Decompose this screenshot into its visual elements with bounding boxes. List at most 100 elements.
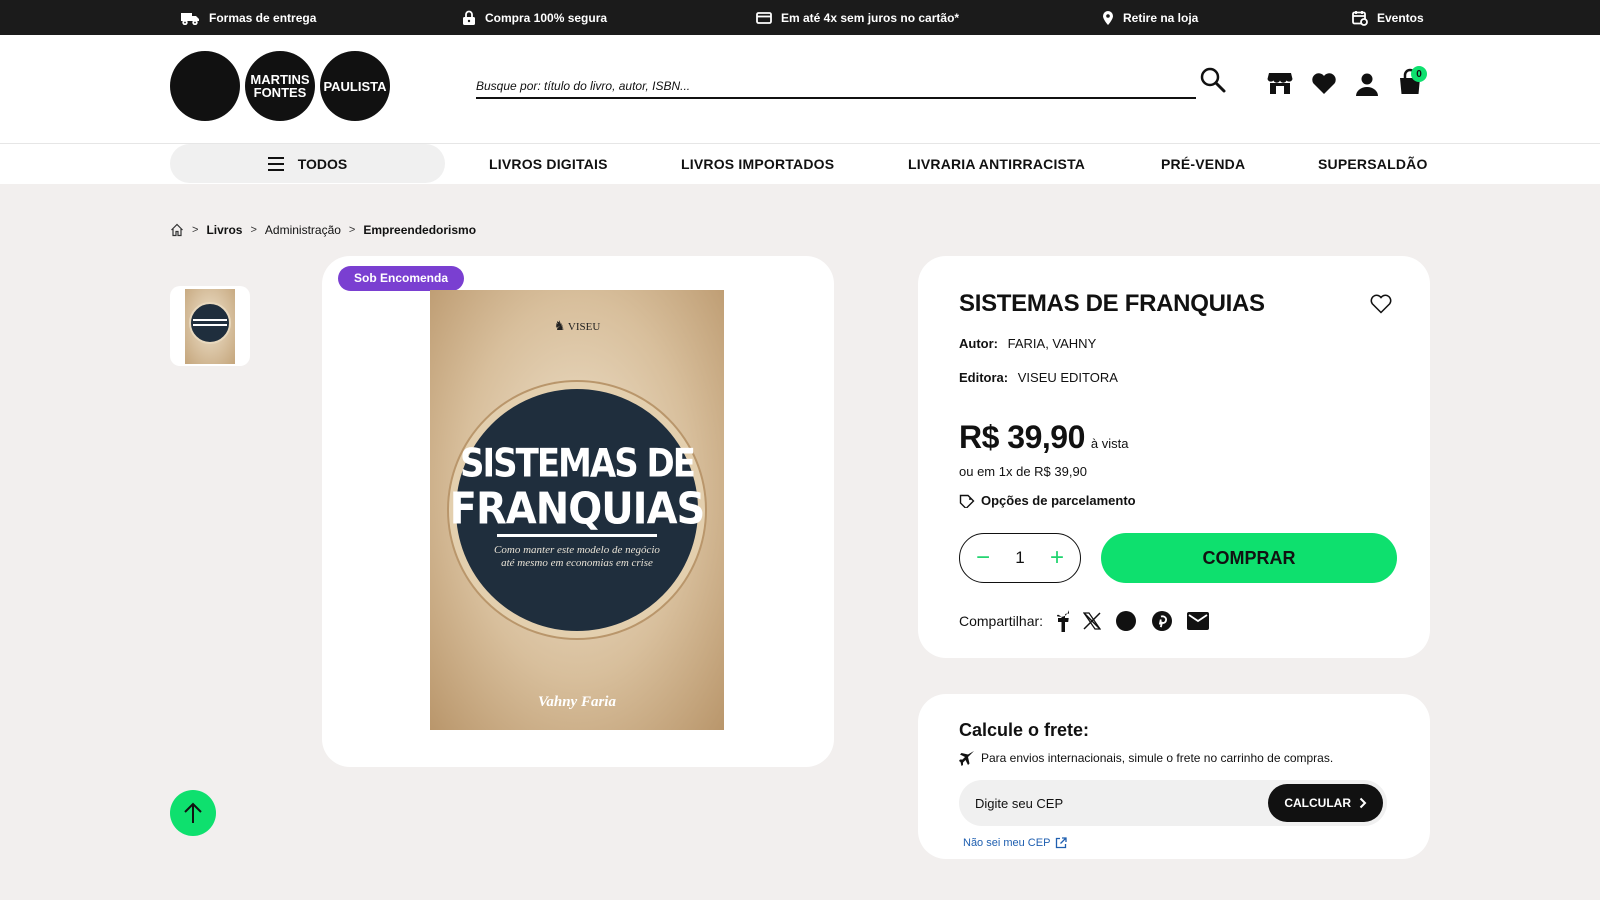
topbar-label: Retire na loja — [1123, 10, 1199, 25]
external-link-icon — [1056, 837, 1068, 849]
user-icon — [1356, 73, 1378, 96]
logo[interactable]: MARTINS FONTES PAULISTA — [0, 35, 400, 144]
topbar-label: Em até 4x sem juros no cartão* — [781, 10, 960, 25]
main-nav: TODOS LIVROS DIGITAIS LIVROS IMPORTADOS … — [0, 144, 1600, 184]
secure-purchase-link[interactable]: Compra 100% segura — [462, 0, 607, 35]
cart-button[interactable]: 0 — [1397, 66, 1427, 101]
events-link[interactable]: Eventos — [1352, 0, 1424, 35]
author-row: Autor: FARIA, VAHNY — [959, 336, 1096, 351]
search-input[interactable] — [476, 75, 1196, 99]
quantity-value[interactable]: 1 — [1015, 548, 1024, 568]
logo-circle-paulista: PAULISTA — [320, 51, 390, 121]
decrease-quantity-button[interactable]: − — [972, 546, 994, 570]
cover-subtitle-line2: até mesmo em economias em crise — [501, 557, 653, 569]
find-cep-link[interactable]: Não sei meu CEP — [963, 837, 1068, 849]
breadcrumb-separator: > — [348, 224, 356, 236]
back-to-top-button[interactable] — [170, 790, 216, 836]
cover-title-line1: SISTEMAS DE — [460, 441, 696, 487]
top-info-bar: Formas de entrega Compra 100% segura Em … — [0, 0, 1600, 35]
cep-field-wrapper: CALCULAR — [959, 780, 1387, 826]
breadcrumb-link-livros[interactable]: Livros — [206, 223, 242, 237]
whatsapp-icon[interactable] — [1115, 610, 1137, 632]
logo-circle-blank — [170, 51, 240, 121]
international-shipping-text: Para envios internacionais, simule o fre… — [981, 751, 1334, 765]
price-row: R$ 39,90 à vista — [959, 419, 1128, 456]
tag-icon — [959, 494, 975, 508]
horse-rider-icon: ♞ — [553, 318, 566, 333]
home-icon[interactable] — [170, 223, 184, 237]
product-thumbnail[interactable] — [170, 286, 250, 366]
increase-quantity-button[interactable]: + — [1046, 546, 1068, 570]
breadcrumb-link-administracao[interactable]: Administração — [265, 223, 341, 237]
thumbnail-cover-image — [185, 288, 235, 364]
publisher-link[interactable]: VISEU EDITORA — [1018, 370, 1118, 385]
product-image-card: Sob Encomenda ♞ VISEU SISTEMAS DE FRANQU… — [322, 256, 834, 767]
stores-button[interactable] — [1267, 71, 1293, 100]
topbar-label: Formas de entrega — [209, 10, 317, 25]
cover-author: Vahny Faria — [538, 694, 616, 710]
breadcrumb-separator: > — [192, 224, 199, 236]
quantity-stepper: − 1 + — [959, 533, 1081, 583]
buy-button[interactable]: COMPRAR — [1101, 533, 1397, 583]
wishlist-button[interactable] — [1311, 73, 1337, 100]
installment-options-link[interactable]: Opções de parcelamento — [959, 493, 1136, 508]
calculate-label: CALCULAR — [1284, 796, 1351, 810]
arrow-up-icon — [184, 802, 202, 823]
share-label: Compartilhar: — [959, 613, 1044, 629]
installments-text: ou em 1x de R$ 39,90 — [959, 464, 1087, 479]
facebook-icon[interactable] — [1057, 610, 1070, 632]
product-title: SISTEMAS DE FRANQUIAS — [959, 290, 1265, 317]
heart-icon — [1312, 73, 1336, 94]
pinterest-icon[interactable] — [1151, 610, 1173, 632]
cart-count-badge: 0 — [1411, 66, 1427, 82]
x-twitter-icon[interactable] — [1083, 612, 1102, 630]
installments-link[interactable]: Em até 4x sem juros no cartão* — [756, 0, 959, 35]
delivery-options-link[interactable]: Formas de entrega — [180, 0, 316, 35]
nav-link-supersaldao[interactable]: SUPERSALDÃO — [1318, 144, 1428, 184]
international-shipping-note: Para envios internacionais, simule o fre… — [959, 750, 1333, 766]
topbar-label: Eventos — [1377, 10, 1424, 25]
chevron-right-icon — [1359, 797, 1367, 809]
topbar-label: Compra 100% segura — [485, 10, 608, 25]
find-cep-label: Não sei meu CEP — [963, 837, 1051, 849]
store-icon — [1267, 73, 1293, 94]
breadcrumb-separator: > — [250, 224, 257, 236]
search-button[interactable] — [1199, 66, 1227, 99]
cover-title-line2: FRANQUIAS — [449, 483, 706, 535]
share-row: Compartilhar: — [959, 608, 1210, 634]
calendar-icon — [1352, 10, 1368, 26]
nav-link-antiracist-bookstore[interactable]: LIVRARIA ANTIRRACISTA — [908, 144, 1085, 184]
truck-icon — [181, 12, 199, 25]
heart-outline-icon — [1370, 294, 1392, 314]
add-to-wishlist-button[interactable] — [1370, 294, 1392, 319]
map-pin-icon — [1103, 10, 1113, 25]
site-header: MARTINS FONTES PAULISTA 0 — [0, 35, 1600, 144]
author-link[interactable]: FARIA, VAHNY — [1008, 336, 1097, 351]
price-suffix: à vista — [1090, 436, 1129, 451]
nav-link-imported-books[interactable]: LIVROS IMPORTADOS — [681, 144, 834, 184]
cover-divider — [497, 534, 657, 537]
menu-icon — [267, 156, 284, 171]
cover-subtitle-line1: Como manter este modelo de negócio — [494, 544, 660, 556]
store-pickup-link[interactable]: Retire na loja — [1102, 0, 1198, 35]
publisher-row: Editora: VISEU EDITORA — [959, 370, 1118, 385]
nav-link-pre-sale[interactable]: PRÉ-VENDA — [1161, 144, 1245, 184]
nav-link-digital-books[interactable]: LIVROS DIGITAIS — [489, 144, 608, 184]
product-info-card: SISTEMAS DE FRANQUIAS Autor: FARIA, VAHN… — [918, 256, 1430, 658]
author-label: Autor: — [959, 336, 998, 351]
all-categories-button[interactable]: TODOS — [170, 144, 445, 183]
installment-options-label: Opções de parcelamento — [981, 493, 1136, 508]
publisher-label: Editora: — [959, 370, 1009, 385]
calculate-shipping-button[interactable]: CALCULAR — [1268, 784, 1383, 822]
book-cover-image[interactable]: ♞ VISEU SISTEMAS DE FRANQUIAS Como mante… — [430, 290, 724, 730]
cover-publisher: ♞ VISEU — [553, 318, 601, 333]
airplane-icon — [959, 751, 974, 766]
account-button[interactable] — [1355, 72, 1379, 101]
email-icon[interactable] — [1187, 612, 1210, 630]
all-categories-label: TODOS — [297, 155, 348, 172]
shipping-calculator-card: Calcule o frete: Para envios internacion… — [918, 694, 1430, 859]
logo-circle-martins-fontes: MARTINS FONTES — [245, 51, 315, 121]
lock-icon — [463, 10, 475, 25]
credit-card-icon — [756, 11, 772, 24]
cep-input[interactable] — [975, 780, 1245, 826]
